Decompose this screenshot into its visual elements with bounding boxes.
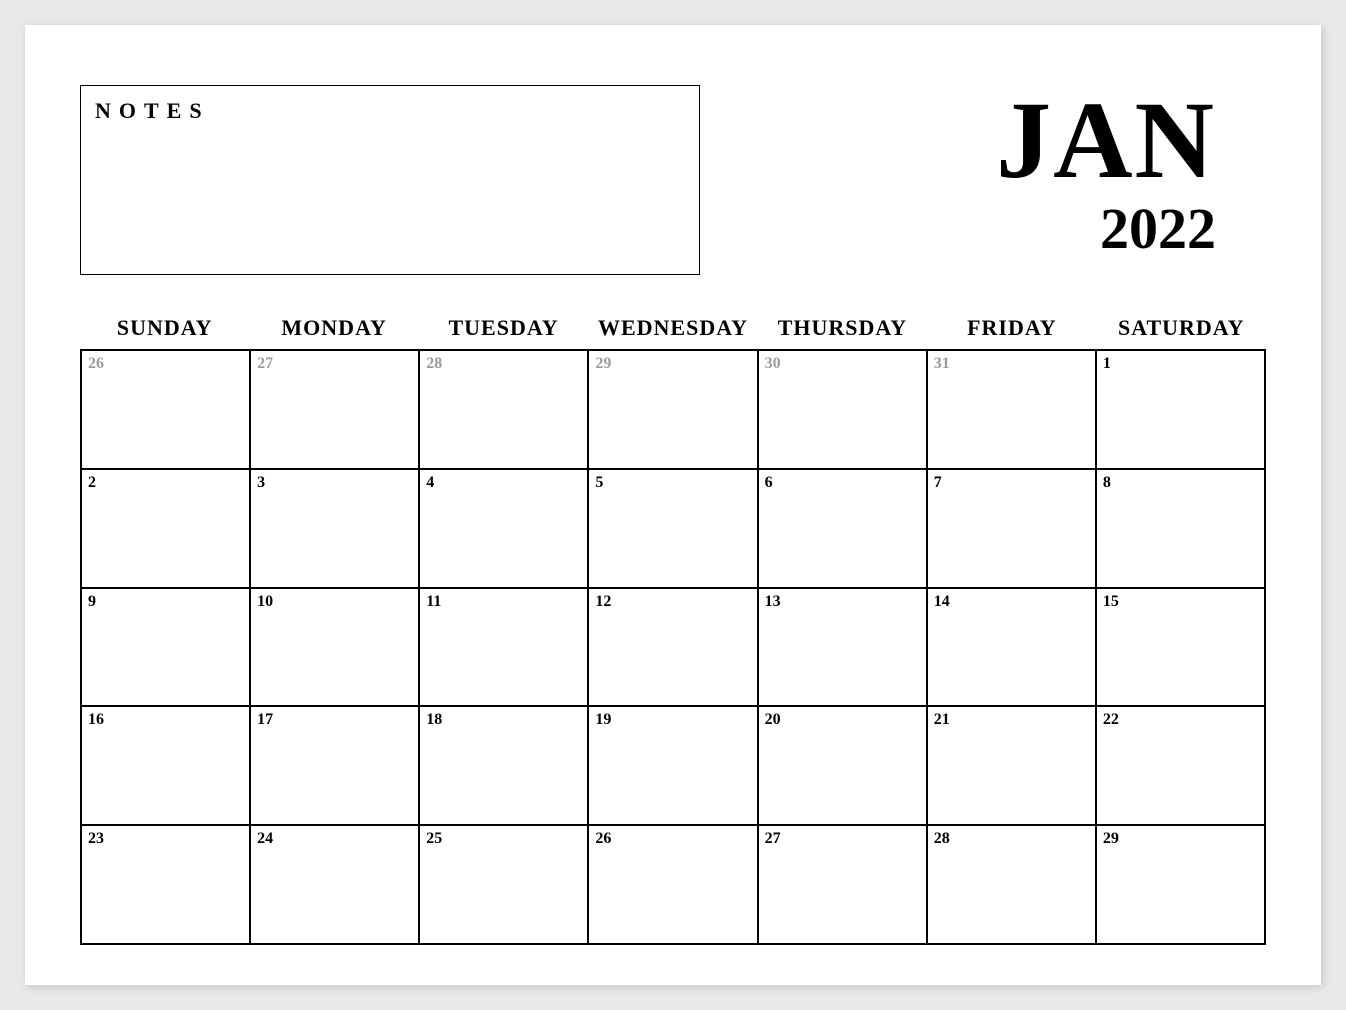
day-cell[interactable]: 17 (250, 706, 419, 825)
day-number: 24 (257, 830, 412, 848)
day-cell[interactable]: 26 (588, 825, 757, 944)
day-cell[interactable]: 31 (927, 350, 1096, 469)
day-number: 9 (88, 593, 243, 611)
day-number: 28 (934, 830, 1089, 848)
day-number: 27 (765, 830, 920, 848)
day-cell[interactable]: 12 (588, 588, 757, 707)
weekday-header-row: SUNDAY MONDAY TUESDAY WEDNESDAY THURSDAY… (80, 315, 1266, 341)
day-cell[interactable]: 18 (419, 706, 588, 825)
day-number: 31 (934, 355, 1089, 373)
day-number: 18 (426, 711, 581, 729)
day-cell[interactable]: 29 (1096, 825, 1265, 944)
calendar-page: NOTES JAN 2022 SUNDAY MONDAY TUESDAY WED… (25, 25, 1321, 985)
day-cell[interactable]: 20 (758, 706, 927, 825)
day-number: 13 (765, 593, 920, 611)
day-cell[interactable]: 19 (588, 706, 757, 825)
day-cell[interactable]: 23 (81, 825, 250, 944)
weekday-thursday: THURSDAY (758, 315, 927, 341)
day-cell[interactable]: 21 (927, 706, 1096, 825)
day-cell[interactable]: 28 (927, 825, 1096, 944)
weekday-monday: MONDAY (249, 315, 418, 341)
day-number: 11 (426, 593, 581, 611)
day-number: 25 (426, 830, 581, 848)
day-cell[interactable]: 26 (81, 350, 250, 469)
day-number: 8 (1103, 474, 1258, 492)
calendar: SUNDAY MONDAY TUESDAY WEDNESDAY THURSDAY… (80, 315, 1266, 945)
day-number: 10 (257, 593, 412, 611)
month-title: JAN (996, 85, 1216, 195)
day-number: 2 (88, 474, 243, 492)
day-number: 1 (1103, 355, 1258, 373)
day-cell[interactable]: 22 (1096, 706, 1265, 825)
header: NOTES JAN 2022 (80, 85, 1266, 275)
weekday-tuesday: TUESDAY (419, 315, 588, 341)
day-cell[interactable]: 6 (758, 469, 927, 588)
day-number: 23 (88, 830, 243, 848)
day-cell[interactable]: 4 (419, 469, 588, 588)
day-number: 26 (88, 355, 243, 373)
weekday-sunday: SUNDAY (80, 315, 249, 341)
day-cell[interactable]: 8 (1096, 469, 1265, 588)
day-cell[interactable]: 11 (419, 588, 588, 707)
day-number: 28 (426, 355, 581, 373)
day-cell[interactable]: 3 (250, 469, 419, 588)
day-cell[interactable]: 30 (758, 350, 927, 469)
day-cell[interactable]: 16 (81, 706, 250, 825)
month-year-block: JAN 2022 (996, 85, 1266, 258)
weekday-friday: FRIDAY (927, 315, 1096, 341)
notes-box[interactable]: NOTES (80, 85, 700, 275)
day-number: 14 (934, 593, 1089, 611)
day-cell[interactable]: 15 (1096, 588, 1265, 707)
day-number: 3 (257, 474, 412, 492)
day-cell[interactable]: 28 (419, 350, 588, 469)
weekday-wednesday: WEDNESDAY (588, 315, 757, 341)
day-cell[interactable]: 9 (81, 588, 250, 707)
day-number: 27 (257, 355, 412, 373)
calendar-grid: 2627282930311234567891011121314151617181… (80, 349, 1266, 945)
day-number: 19 (595, 711, 750, 729)
day-number: 29 (595, 355, 750, 373)
day-number: 15 (1103, 593, 1258, 611)
day-cell[interactable]: 1 (1096, 350, 1265, 469)
year-title: 2022 (996, 200, 1216, 258)
day-number: 4 (426, 474, 581, 492)
day-cell[interactable]: 29 (588, 350, 757, 469)
day-number: 22 (1103, 711, 1258, 729)
day-number: 16 (88, 711, 243, 729)
day-cell[interactable]: 2 (81, 469, 250, 588)
day-cell[interactable]: 27 (250, 350, 419, 469)
day-number: 7 (934, 474, 1089, 492)
day-number: 12 (595, 593, 750, 611)
day-cell[interactable]: 14 (927, 588, 1096, 707)
day-cell[interactable]: 5 (588, 469, 757, 588)
day-number: 29 (1103, 830, 1258, 848)
day-cell[interactable]: 7 (927, 469, 1096, 588)
day-number: 21 (934, 711, 1089, 729)
day-cell[interactable]: 13 (758, 588, 927, 707)
weekday-saturday: SATURDAY (1097, 315, 1266, 341)
day-number: 26 (595, 830, 750, 848)
notes-label: NOTES (95, 98, 685, 124)
day-cell[interactable]: 27 (758, 825, 927, 944)
day-cell[interactable]: 25 (419, 825, 588, 944)
day-number: 5 (595, 474, 750, 492)
day-cell[interactable]: 10 (250, 588, 419, 707)
day-number: 17 (257, 711, 412, 729)
day-number: 20 (765, 711, 920, 729)
day-number: 30 (765, 355, 920, 373)
day-number: 6 (765, 474, 920, 492)
day-cell[interactable]: 24 (250, 825, 419, 944)
